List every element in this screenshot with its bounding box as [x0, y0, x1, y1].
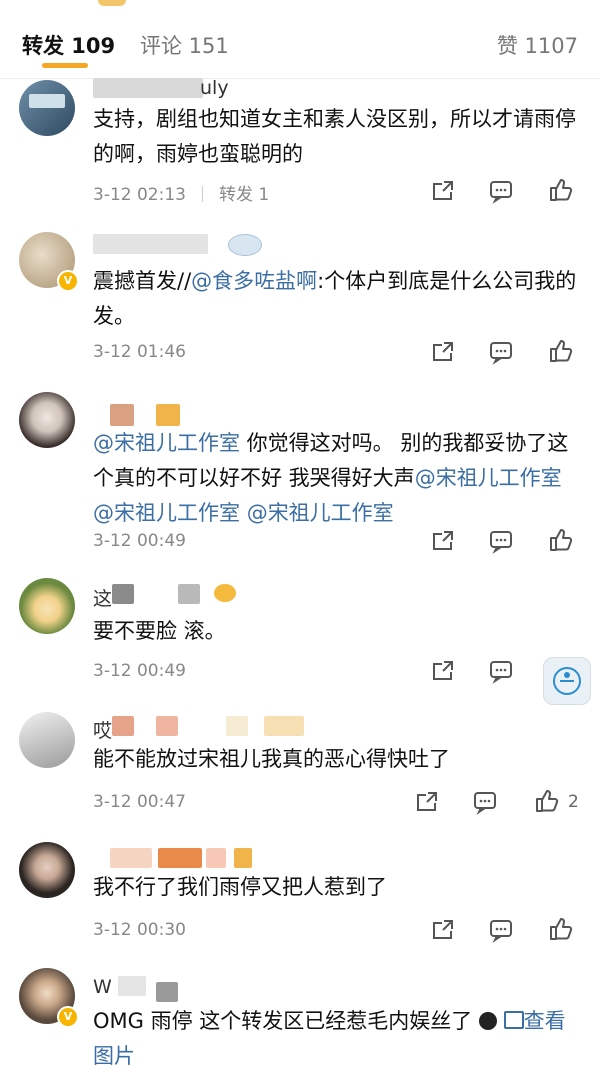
blurred-username — [156, 716, 178, 736]
comment-text: 我不行了我们雨停又把人惹到了 — [93, 875, 387, 899]
emoji-icon — [478, 1012, 497, 1030]
avatar[interactable] — [19, 712, 75, 768]
blurred-username — [110, 404, 134, 426]
active-tab-indicator — [42, 63, 88, 68]
level-badge-icon — [234, 848, 252, 868]
comment-meta: 3-12 00:30 — [93, 920, 186, 940]
comment-icon[interactable] — [488, 339, 514, 365]
share-icon[interactable] — [414, 789, 440, 815]
comment-text: 要不要脸 滚。 — [93, 619, 226, 643]
timestamp: 3-12 00:49 — [93, 661, 186, 681]
blurred-username — [156, 982, 178, 1002]
share-icon[interactable] — [430, 658, 456, 684]
list-item: 我不行了我们雨停又把人惹到了 3-12 00:30 — [0, 838, 600, 958]
avatar[interactable] — [19, 80, 75, 136]
list-item: uly 支持，剧组也知道女主和素人没区别，所以才请雨停的啊，雨婷也蛮聪明的 3-… — [0, 72, 600, 217]
list-item: @宋祖儿工作室 你觉得这对吗。 别的我都妥协了这个真的不可以好不好 我哭得好大声… — [0, 388, 600, 568]
blurred-username — [93, 234, 208, 254]
comment-text: 震撼首发//@食多咗盐啊:个体户到底是什么公司我的发。 — [93, 269, 577, 328]
username[interactable]: uly — [200, 77, 229, 99]
mention-link[interactable]: @宋祖儿工作室 — [415, 466, 562, 490]
timestamp: 3-12 00:49 — [93, 531, 186, 551]
comment-icon[interactable] — [488, 528, 514, 554]
like-icon[interactable] — [548, 527, 574, 553]
comment-text: 支持，剧组也知道女主和素人没区别，所以才请雨停的啊，雨婷也蛮聪明的 — [93, 107, 576, 166]
username[interactable]: W — [93, 976, 112, 998]
like-icon[interactable] — [534, 788, 560, 814]
username[interactable]: 这 — [93, 584, 112, 610]
avatar[interactable] — [19, 392, 75, 448]
tab-comments[interactable]: 评论 151 — [140, 30, 229, 60]
like-icon[interactable] — [548, 177, 574, 203]
avatar[interactable] — [19, 842, 75, 898]
comment-meta: 3-12 02:13 转发 1 — [93, 180, 269, 205]
fish-emoji-icon — [214, 584, 236, 602]
blurred-username — [112, 716, 134, 736]
blurred-username — [110, 848, 152, 868]
share-icon[interactable] — [430, 339, 456, 365]
blurred-username — [158, 848, 202, 868]
level-badge-icon — [156, 404, 180, 426]
blurred-username — [178, 584, 200, 604]
comment-meta: 3-12 00:47 — [93, 792, 186, 812]
member-badge-icon — [228, 234, 262, 256]
blurred-username — [112, 584, 134, 604]
comment-icon[interactable] — [488, 178, 514, 204]
accessibility-float-button[interactable] — [543, 657, 591, 705]
comment-icon[interactable] — [472, 789, 498, 815]
share-icon[interactable] — [430, 528, 456, 554]
comment-meta: 3-12 00:49 — [93, 661, 186, 681]
blurred-username — [226, 716, 248, 736]
comment-text: 能不能放过宋祖儿我真的恶心得快吐了 — [93, 747, 450, 771]
mention-link[interactable]: @宋祖儿工作室 — [93, 501, 240, 525]
share-icon[interactable] — [430, 178, 456, 204]
blurred-username — [93, 78, 203, 98]
avatar[interactable] — [19, 578, 75, 634]
comment-meta: 3-12 01:46 — [93, 342, 186, 362]
blurred-username — [118, 976, 146, 996]
blurred-username — [206, 848, 226, 868]
comment-text: @宋祖儿工作室 你觉得这对吗。 别的我都妥协了这个真的不可以好不好 我哭得好大声… — [93, 431, 569, 525]
image-icon — [503, 1011, 524, 1029]
mention-link[interactable]: @宋祖儿工作室 — [247, 501, 394, 525]
timestamp: 3-12 02:13 — [93, 185, 186, 205]
divider — [201, 186, 203, 202]
like-icon[interactable] — [548, 338, 574, 364]
timestamp: 3-12 00:30 — [93, 920, 186, 940]
tab-likes[interactable]: 赞 1107 — [497, 30, 578, 60]
tab-bar: 转发 109 评论 151 赞 1107 — [0, 0, 600, 79]
comment-text: OMG 雨停 这个转发区已经惹毛内娱丝了 查看图片 — [93, 1009, 566, 1068]
verified-badge-icon: V — [57, 270, 79, 292]
repost-count[interactable]: 转发 1 — [219, 185, 269, 205]
username[interactable]: 哎 — [93, 716, 112, 742]
like-icon[interactable] — [548, 916, 574, 942]
comment-icon[interactable] — [488, 917, 514, 943]
list-item: 哎 能不能放过宋祖儿我真的恶心得快吐了 3-12 00:47 2 — [0, 706, 600, 836]
mention-link[interactable]: @宋祖儿工作室 — [93, 431, 240, 455]
tab-reposts[interactable]: 转发 109 — [22, 30, 115, 60]
like-count: 2 — [568, 792, 579, 812]
share-icon[interactable] — [430, 917, 456, 943]
timestamp: 3-12 00:47 — [93, 792, 186, 812]
comment-icon[interactable] — [488, 658, 514, 684]
mention-link[interactable]: @食多咗盐啊 — [191, 269, 317, 293]
timestamp: 3-12 01:46 — [93, 342, 186, 362]
comment-meta: 3-12 00:49 — [93, 531, 186, 551]
verified-badge-icon: V — [57, 1006, 79, 1028]
list-item: 这 要不要脸 滚。 3-12 00:49 — [0, 574, 600, 689]
level-badge-icon — [264, 716, 304, 736]
list-item: V 震撼首发//@食多咗盐啊:个体户到底是什么公司我的发。 3-12 01:46 — [0, 222, 600, 377]
list-item: V W OMG 雨停 这个转发区已经惹毛内娱丝了 查看图片 — [0, 964, 600, 1090]
